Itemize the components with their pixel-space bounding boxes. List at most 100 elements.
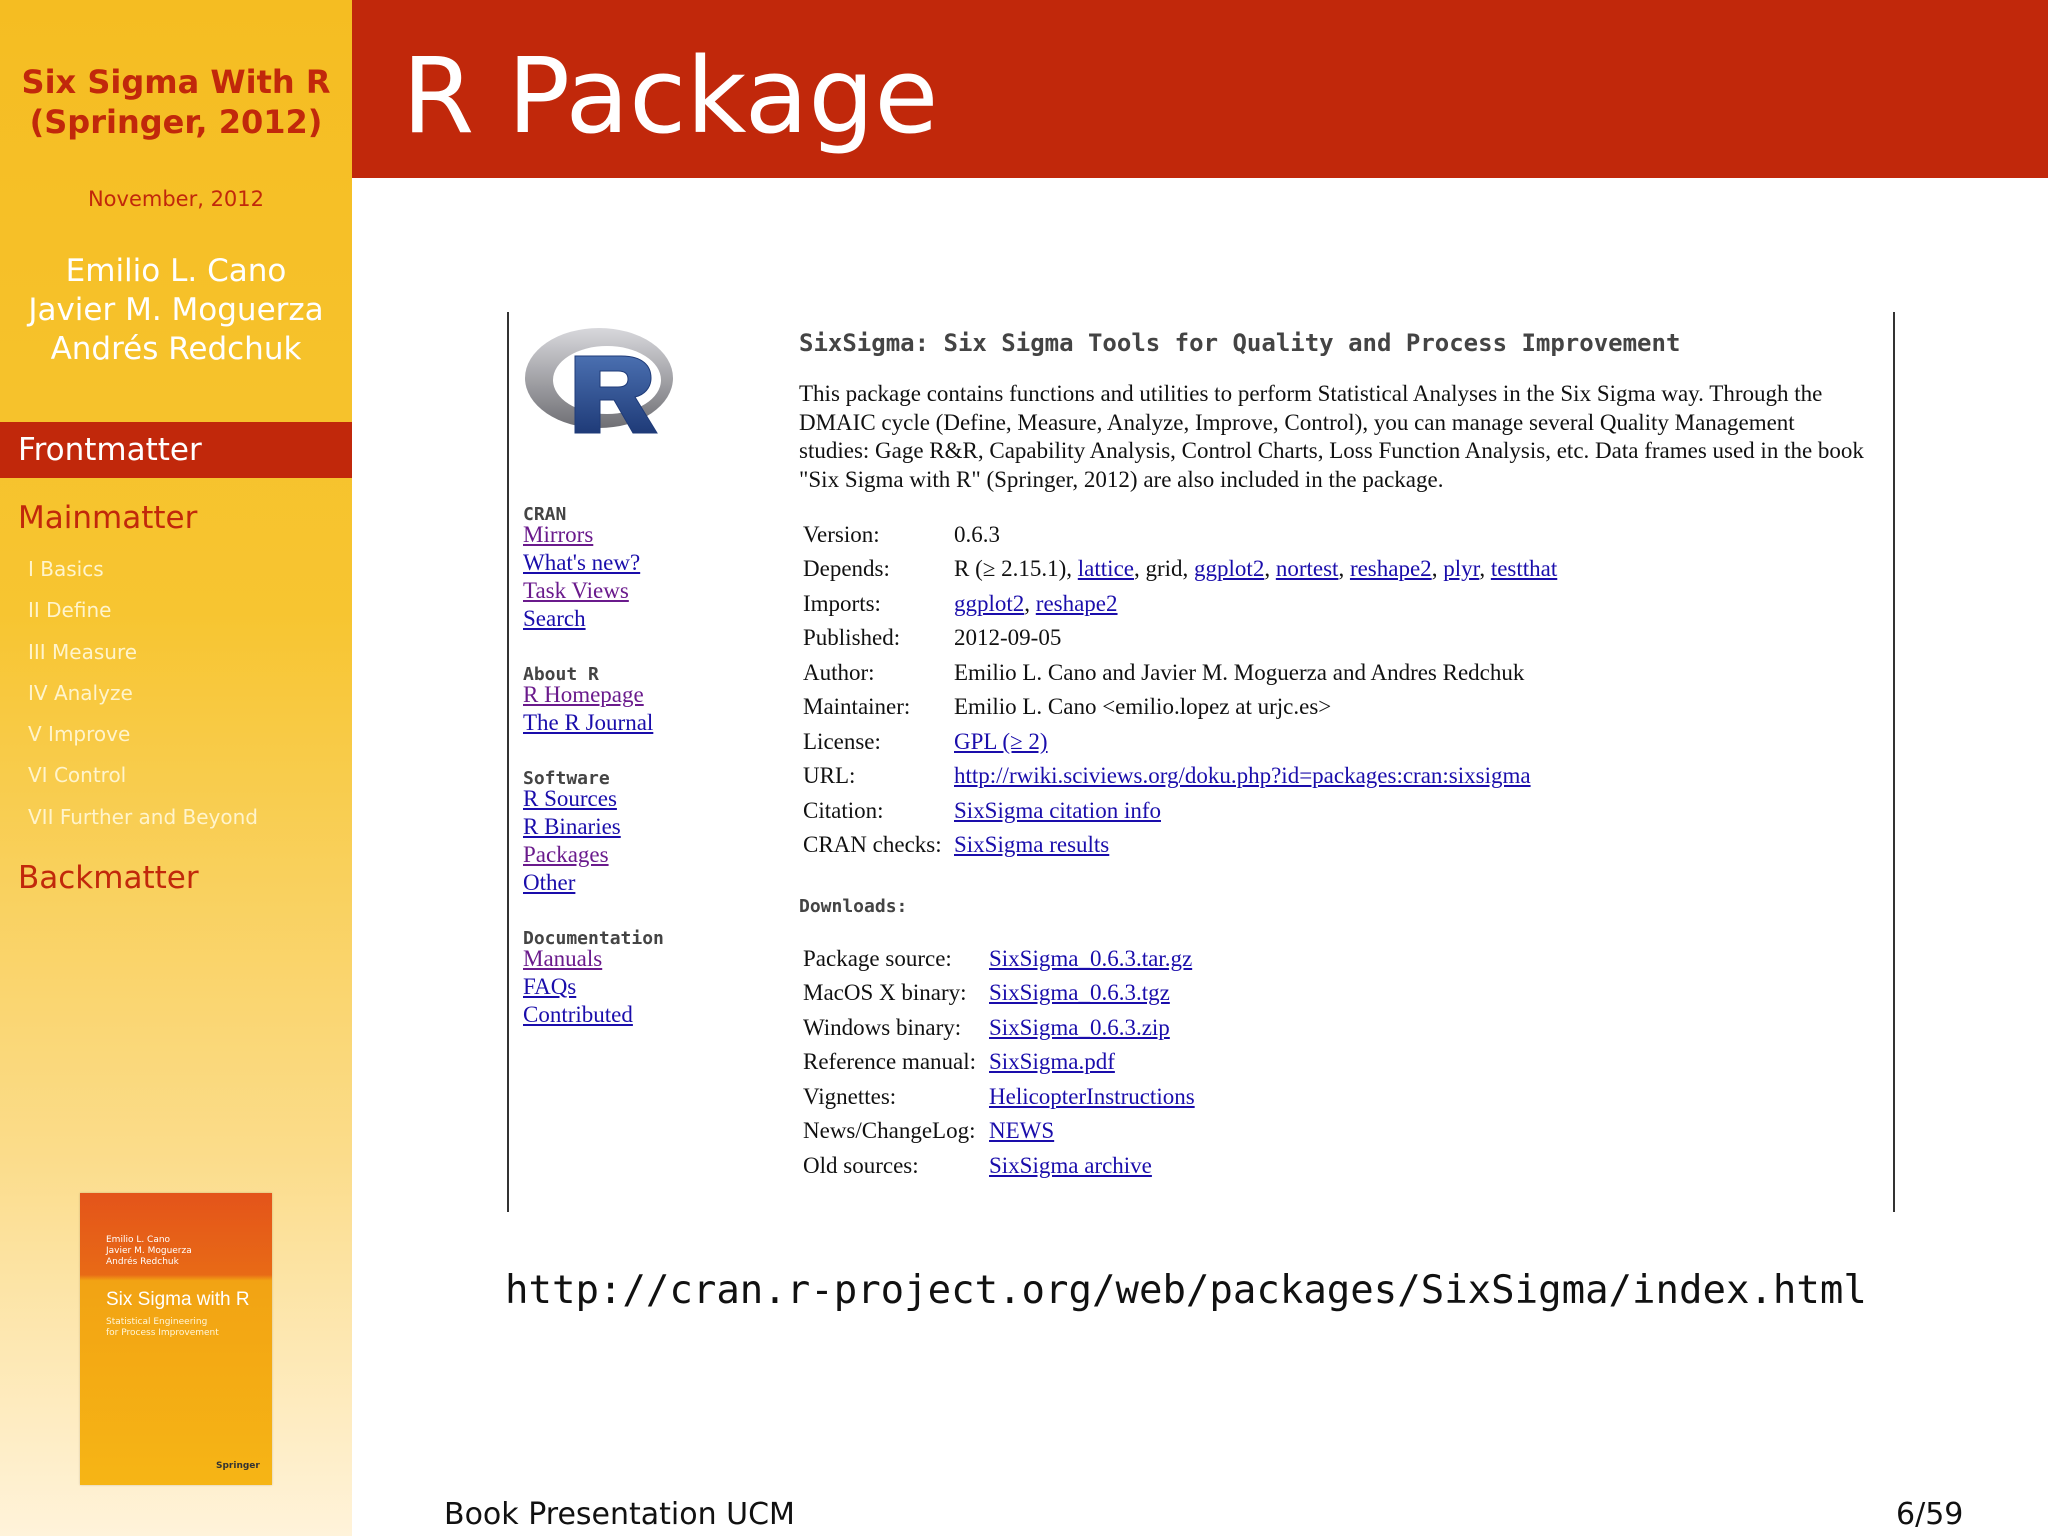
- download-value-windows: SixSigma_0.6.3.zip: [989, 1015, 1170, 1041]
- cran-page-screenshot: CRAN Mirrors What's new? Task Views Sear…: [507, 312, 1895, 1212]
- package-title: SixSigma: Six Sigma Tools for Quality an…: [799, 329, 1681, 357]
- nav-link-task-views[interactable]: Task Views: [523, 578, 629, 604]
- depends-link-testthat[interactable]: testthat: [1491, 556, 1557, 581]
- license-link[interactable]: GPL (≥ 2): [954, 729, 1048, 754]
- download-label-vignettes: Vignettes:: [803, 1084, 897, 1109]
- presentation-subtitle: (Springer, 2012): [29, 103, 323, 141]
- depends-r-version: R (≥ 2.15.1),: [954, 556, 1073, 581]
- depends-link-reshape2[interactable]: reshape2: [1350, 556, 1432, 581]
- download-value-source: SixSigma_0.6.3.tar.gz: [989, 946, 1192, 972]
- cover-author: Andrés Redchuk: [106, 1257, 179, 1267]
- nav-link-faqs[interactable]: FAQs: [523, 974, 576, 1000]
- download-link-news[interactable]: NEWS: [989, 1118, 1054, 1143]
- subsection-measure[interactable]: III Measure: [28, 640, 137, 664]
- imports-link-reshape2[interactable]: reshape2: [1036, 591, 1118, 616]
- download-label-manual: Reference manual:: [803, 1049, 977, 1074]
- nav-link-r-journal[interactable]: The R Journal: [523, 710, 653, 736]
- depends-link-lattice[interactable]: lattice: [1078, 556, 1134, 581]
- nav-link-mirrors[interactable]: Mirrors: [523, 522, 593, 548]
- info-label-version: Version:: [803, 522, 880, 547]
- frame-title: R Package: [402, 35, 939, 157]
- depends-link-plyr[interactable]: plyr: [1443, 556, 1479, 581]
- info-value-url: http://rwiki.sciviews.org/doku.php?id=pa…: [954, 763, 1531, 789]
- footer-title: Book Presentation UCM: [444, 1497, 795, 1532]
- subsection-define[interactable]: II Define: [28, 598, 111, 622]
- info-label-published: Published:: [803, 625, 901, 650]
- download-label-news: News/ChangeLog:: [803, 1118, 976, 1143]
- nav-link-r-homepage[interactable]: R Homepage: [523, 682, 644, 708]
- download-link-manual[interactable]: SixSigma.pdf: [989, 1049, 1115, 1074]
- download-label-windows: Windows binary:: [803, 1015, 962, 1040]
- citation-link[interactable]: SixSigma citation info: [954, 798, 1161, 823]
- depends-link-nortest[interactable]: nortest: [1276, 556, 1339, 581]
- downloads-heading: Downloads:: [799, 896, 908, 917]
- info-label-cran-checks: CRAN checks:: [803, 832, 942, 857]
- cover-author: Javier M. Moguerza: [106, 1246, 192, 1256]
- author-name: Emilio L. Cano: [65, 253, 287, 289]
- info-label-citation: Citation:: [803, 798, 884, 823]
- info-label-license: License:: [803, 729, 881, 754]
- page-number: 6/59: [1896, 1497, 1964, 1532]
- cover-publisher: Springer: [216, 1461, 260, 1471]
- section-label: Frontmatter: [18, 432, 202, 468]
- nav-link-r-binaries[interactable]: R Binaries: [523, 814, 621, 840]
- download-label-source: Package source:: [803, 946, 952, 971]
- depends-link-ggplot2[interactable]: ggplot2: [1194, 556, 1264, 581]
- download-value-old-sources: SixSigma archive: [989, 1153, 1152, 1179]
- download-value-manual: SixSigma.pdf: [989, 1049, 1115, 1075]
- nav-link-whats-new[interactable]: What's new?: [523, 550, 640, 576]
- info-value-cran-checks: SixSigma results: [954, 832, 1109, 858]
- package-url-link[interactable]: http://rwiki.sciviews.org/doku.php?id=pa…: [954, 763, 1531, 788]
- presentation-date: November, 2012: [87, 187, 265, 211]
- cran-checks-link[interactable]: SixSigma results: [954, 832, 1109, 857]
- info-label-maintainer: Maintainer:: [803, 694, 911, 719]
- nav-link-manuals[interactable]: Manuals: [523, 946, 602, 972]
- nav-link-search[interactable]: Search: [523, 606, 586, 632]
- cover-title: Six Sigma with R: [106, 1289, 250, 1310]
- nav-link-r-sources[interactable]: R Sources: [523, 786, 617, 812]
- section-backmatter[interactable]: Backmatter: [18, 860, 199, 896]
- download-value-vignettes: HelicopterInstructions: [989, 1084, 1195, 1110]
- download-link-old-sources[interactable]: SixSigma archive: [989, 1153, 1152, 1178]
- cran-url: http://cran.r-project.org/web/packages/S…: [505, 1268, 1867, 1313]
- presentation-title: Six Sigma With R: [21, 63, 331, 101]
- r-logo-icon: [525, 328, 673, 434]
- depends-grid: grid: [1145, 556, 1183, 581]
- info-label-url: URL:: [803, 763, 856, 788]
- info-value-citation: SixSigma citation info: [954, 798, 1161, 824]
- frame-header: R Package: [352, 0, 2048, 178]
- cover-author: Emilio L. Cano: [106, 1235, 171, 1245]
- download-link-vignettes[interactable]: HelicopterInstructions: [989, 1084, 1195, 1109]
- section-mainmatter[interactable]: Mainmatter: [18, 500, 197, 536]
- download-link-macos[interactable]: SixSigma_0.6.3.tgz: [989, 980, 1170, 1005]
- download-value-macos: SixSigma_0.6.3.tgz: [989, 980, 1170, 1006]
- info-label-depends: Depends:: [803, 556, 890, 581]
- download-label-macos: MacOS X binary:: [803, 980, 967, 1005]
- info-value-published: 2012-09-05: [954, 625, 1062, 650]
- book-cover-image: Emilio L. Cano Javier M. Moguerza Andrés…: [80, 1193, 272, 1485]
- sidebar: Six Sigma With R (Springer, 2012) Novemb…: [0, 0, 352, 1536]
- info-value-depends: R (≥ 2.15.1), lattice, grid, ggplot2, no…: [954, 556, 1558, 581]
- info-value-version: 0.6.3: [954, 522, 1000, 547]
- package-description: This package contains functions and util…: [799, 381, 1864, 492]
- info-value-license: GPL (≥ 2): [954, 729, 1048, 755]
- subsection-basics[interactable]: I Basics: [28, 557, 104, 581]
- nav-link-contributed[interactable]: Contributed: [523, 1002, 633, 1028]
- download-link-source[interactable]: SixSigma_0.6.3.tar.gz: [989, 946, 1192, 971]
- info-value-maintainer: Emilio L. Cano <emilio.lopez at urjc.es>: [954, 694, 1332, 719]
- subsection-control[interactable]: VI Control: [28, 763, 126, 787]
- nav-link-packages[interactable]: Packages: [523, 842, 609, 868]
- subsection-further[interactable]: VII Further and Beyond: [28, 805, 258, 829]
- nav-link-other[interactable]: Other: [523, 870, 575, 896]
- cover-subtitle: for Process Improvement: [106, 1328, 219, 1338]
- subsection-analyze[interactable]: IV Analyze: [28, 681, 133, 705]
- author-name: Javier M. Moguerza: [28, 292, 324, 328]
- download-value-news: NEWS: [989, 1118, 1054, 1144]
- download-link-windows[interactable]: SixSigma_0.6.3.zip: [989, 1015, 1170, 1040]
- subsection-improve[interactable]: V Improve: [28, 722, 130, 746]
- info-value-imports: ggplot2, reshape2: [954, 591, 1118, 616]
- info-label-author: Author:: [803, 660, 875, 685]
- download-label-old-sources: Old sources:: [803, 1153, 919, 1178]
- section-frontmatter[interactable]: Frontmatter: [0, 422, 352, 478]
- imports-link-ggplot2[interactable]: ggplot2: [954, 591, 1024, 616]
